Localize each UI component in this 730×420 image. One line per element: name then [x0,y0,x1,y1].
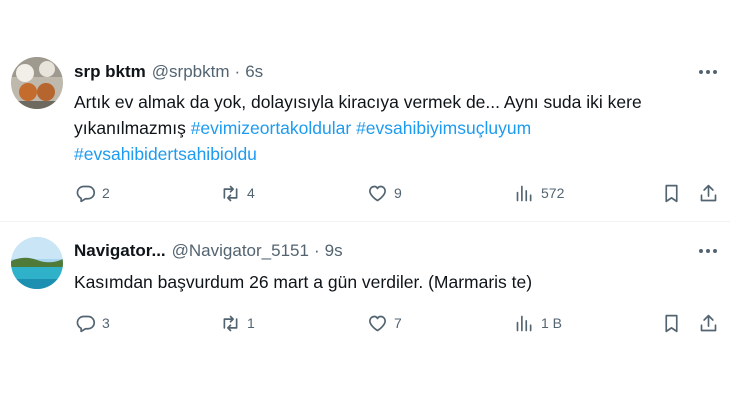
like-count: 9 [394,185,402,201]
views-button[interactable]: 572 [514,181,564,205]
repost-icon [223,315,238,331]
views-count: 1 B [541,315,563,331]
like-icon [369,185,386,201]
like-icon [369,315,386,331]
reply-count: 3 [102,315,110,331]
share-button[interactable] [698,311,719,335]
timestamp[interactable]: 9s [325,241,343,261]
reply-icon [76,185,96,202]
repost-count: 4 [247,185,255,201]
views-icon [516,315,532,331]
views-button[interactable]: 1 B [514,311,562,335]
tweet[interactable]: Navigator... @Navigator_5151 · 9s Kasımd… [0,222,730,420]
bookmark-icon [665,184,678,202]
timestamp[interactable]: 6s [245,62,263,82]
like-button[interactable]: 7 [367,311,402,335]
bookmark-button[interactable] [661,181,682,205]
author-handle[interactable]: @Navigator_5151 [172,241,309,261]
share-button[interactable] [698,181,719,205]
views-count: 572 [541,185,565,201]
repost-icon [223,185,238,201]
hashtag-link[interactable]: #evimizeortakoldular [191,118,352,138]
repost-button[interactable]: 1 [220,311,255,335]
share-icon [700,184,717,201]
tweet-text-body: Kasımdan başvurdum 26 mart a gün verdile… [74,272,533,292]
author-name[interactable]: Navigator... [74,241,166,261]
bookmark-icon [665,314,678,332]
reply-icon [76,315,96,332]
avatar[interactable] [11,237,63,289]
like-button[interactable]: 9 [367,181,402,205]
tweet-header: Navigator... @Navigator_5151 · 9s [74,239,343,263]
tweet-text: Kasımdan başvurdum 26 mart a gün verdile… [74,269,714,295]
like-count: 7 [394,315,402,331]
hashtag-link[interactable]: #evsahibiyimsuçluyum [356,118,531,138]
bookmark-button[interactable] [661,311,682,335]
avatar[interactable] [11,57,63,109]
action-bar: 2 4 9 572 [0,181,730,205]
reply-button[interactable]: 2 [75,181,110,205]
action-bar: 3 1 7 1 B [0,311,730,335]
reply-button[interactable]: 3 [75,311,110,335]
repost-count: 1 [247,315,255,331]
author-name[interactable]: srp bktm [74,62,146,82]
views-icon [516,185,532,201]
tweet[interactable]: srp bktm @srpbktm · 6s Artık ev almak da… [0,0,730,222]
more-icon[interactable] [696,239,720,263]
separator-dot: · [313,241,320,260]
author-handle[interactable]: @srpbktm [152,62,230,82]
more-icon[interactable] [696,60,720,84]
hashtag-link[interactable]: #evsahibidertsahibioldu [74,144,257,164]
separator-dot: · [234,62,241,81]
share-icon [700,314,717,331]
reply-count: 2 [102,185,110,201]
repost-button[interactable]: 4 [220,181,255,205]
tweet-text: Artık ev almak da yok, dolayısıyla kirac… [74,89,714,167]
tweet-header: srp bktm @srpbktm · 6s [74,60,263,84]
